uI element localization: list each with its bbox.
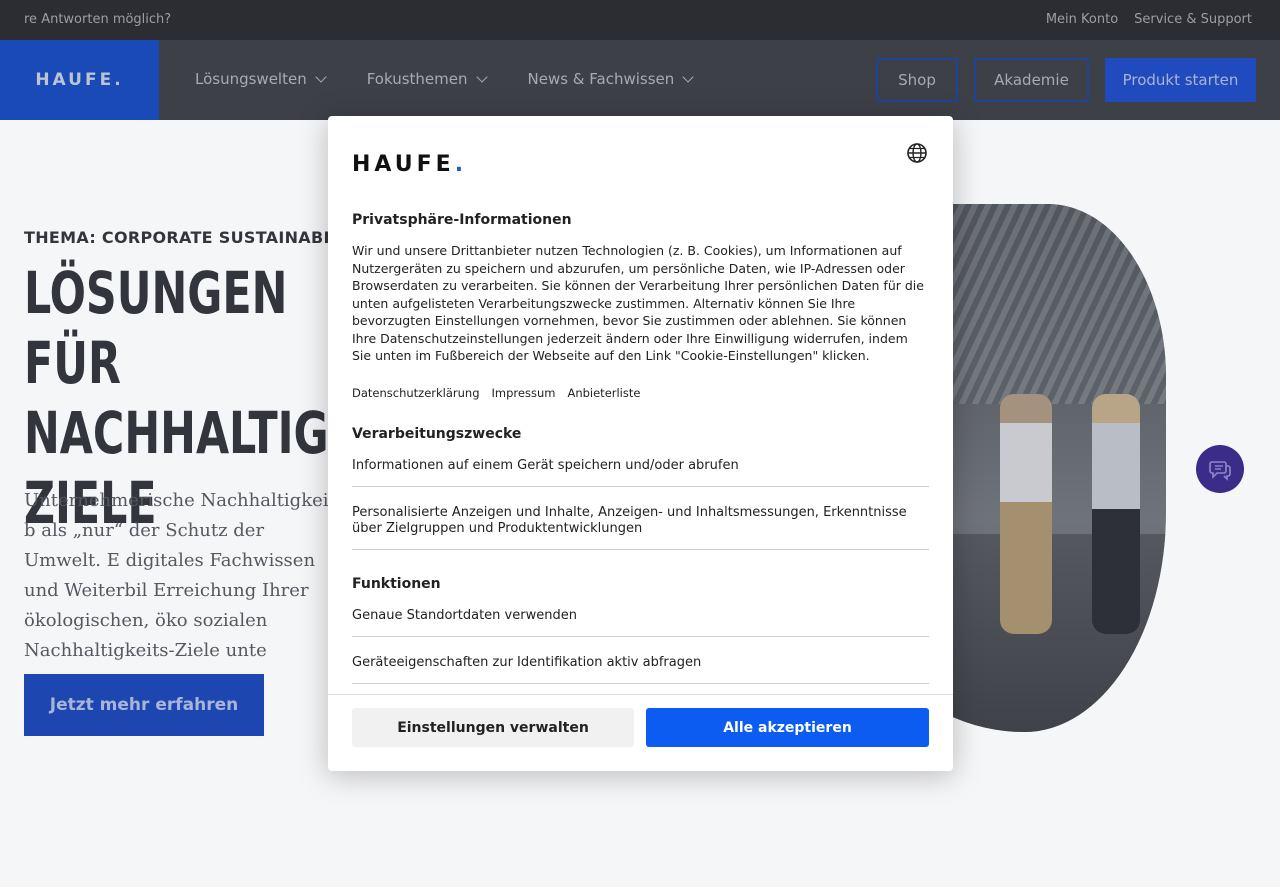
dialog-heading: Privatsphäre-Informationen — [352, 212, 572, 228]
globe-icon[interactable] — [906, 142, 928, 164]
datenschutzerklaerung-link[interactable]: Datenschutzerklärung — [352, 386, 480, 400]
manage-settings-button[interactable]: Einstellungen verwalten — [352, 708, 634, 747]
privacy-consent-dialog: HAUFE. Privatsphäre-Informationen Wir un… — [328, 116, 953, 771]
impressum-link[interactable]: Impressum — [492, 386, 556, 400]
purpose-item[interactable]: Informationen auf einem Gerät speichern … — [352, 458, 929, 487]
dialog-description: Wir und unsere Drittanbieter nutzen Tech… — [352, 243, 924, 363]
purpose-item[interactable]: Personalisierte Anzeigen und Inhalte, An… — [352, 505, 929, 550]
dialog-haufe-logo: HAUFE. — [352, 152, 468, 177]
dialog-scroll-area[interactable]: Privatsphäre-Informationen Wir und unser… — [352, 212, 929, 694]
function-item[interactable]: Genaue Standortdaten verwenden — [352, 608, 929, 637]
dialog-footer: Einstellungen verwalten Alle akzeptieren — [328, 694, 953, 771]
purposes-heading: Verarbeitungszwecke — [352, 425, 522, 442]
functions-heading: Funktionen — [352, 575, 441, 592]
anbieterliste-link[interactable]: Anbieterliste — [567, 386, 640, 400]
dialog-links: Datenschutzerklärung Impressum Anbieterl… — [352, 386, 929, 400]
function-item[interactable]: Geräteeigenschaften zur Identifikation a… — [352, 655, 929, 684]
accept-all-button[interactable]: Alle akzeptieren — [646, 708, 929, 747]
